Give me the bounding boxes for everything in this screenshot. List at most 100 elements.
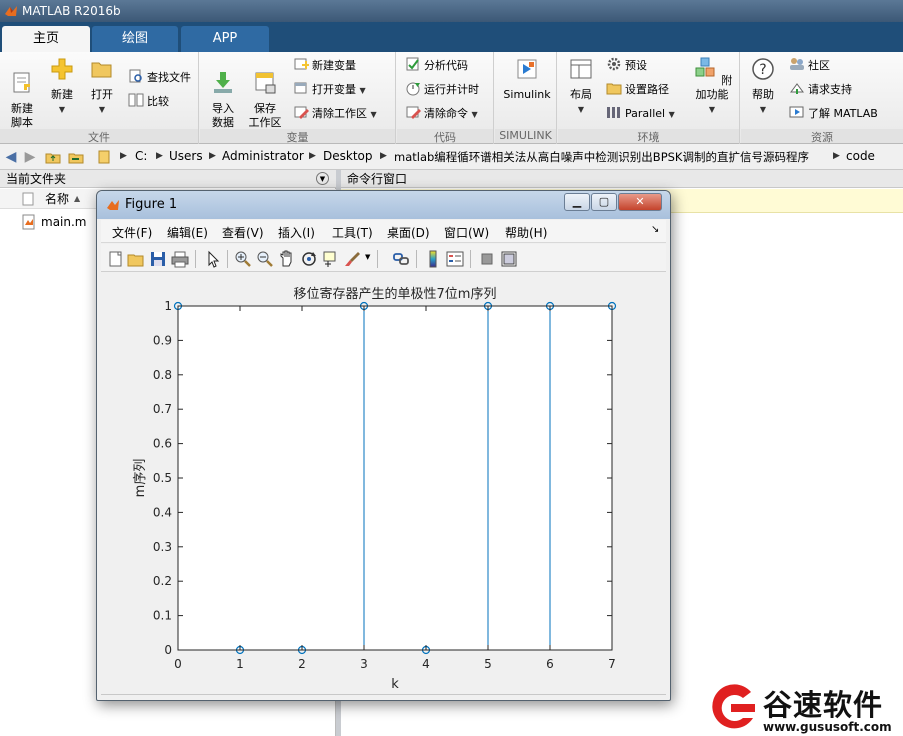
community-people-icon (790, 58, 804, 70)
new-figure-icon[interactable] (107, 250, 125, 268)
show-plot-tools-icon[interactable] (500, 250, 518, 268)
new-script-label: 新建 脚本 (11, 102, 33, 129)
clear-workspace-caret-icon[interactable]: ▼ (371, 110, 377, 119)
figure-logo-icon (107, 200, 119, 210)
open-variable-icon (294, 82, 307, 94)
request-support-button[interactable]: 请求支持 (789, 80, 852, 100)
learn-matlab-button[interactable]: 了解 MATLAB (789, 104, 878, 124)
preferences-button[interactable]: 预设 (606, 56, 647, 76)
close-button[interactable]: ✕ (618, 193, 662, 211)
menu-insert[interactable]: 插入(I) (278, 224, 315, 241)
find-files-button[interactable]: 查找文件 (128, 68, 191, 88)
menu-view[interactable]: 查看(V) (222, 224, 264, 241)
zoom-out-icon[interactable] (256, 250, 274, 268)
toolbar-separator (416, 250, 417, 268)
pointer-icon[interactable] (204, 250, 222, 268)
figure-title-bar[interactable]: Figure 1 ▁ ▢ ✕ (97, 191, 670, 219)
open-file-icon[interactable] (127, 250, 145, 268)
browse-folder-icon[interactable] (68, 149, 84, 165)
x-tick-label: 4 (422, 657, 430, 671)
hide-plot-tools-icon[interactable] (478, 250, 496, 268)
crumb-desktop[interactable]: Desktop (323, 149, 373, 163)
crumb-separator: ▶ (309, 151, 316, 161)
clear-commands-button[interactable]: 清除命令 ▼ (405, 104, 478, 124)
save-workspace-button[interactable]: 保存 工作区 (245, 56, 285, 130)
addons-button[interactable]: 附加功能 ▼ (688, 56, 736, 117)
crumb-administrator[interactable]: Administrator (222, 149, 304, 163)
maximize-button[interactable]: ▢ (591, 193, 617, 211)
y-tick-label: 0.3 (153, 540, 172, 554)
zoom-in-icon[interactable] (234, 250, 252, 268)
clear-workspace-button[interactable]: 清除工作区 ▼ (293, 104, 377, 124)
menu-help[interactable]: 帮助(H) (505, 224, 547, 241)
save-icon[interactable] (149, 250, 167, 268)
up-folder-icon[interactable] (45, 149, 61, 165)
environment-group: 布局 ▼ 预设 设置路径 Parallel ▼ 附加功能 ▼ 环境 (558, 52, 740, 144)
x-tick-label: 6 (546, 657, 554, 671)
axes-background[interactable] (178, 306, 612, 650)
x-axis-label: k (391, 677, 399, 692)
open-folder-icon (91, 62, 112, 78)
brush-dropdown-icon[interactable]: ▼ (365, 253, 370, 261)
menu-desktop[interactable]: 桌面(D) (387, 224, 430, 241)
new-script-button[interactable]: 新建 脚本 (2, 56, 42, 130)
menu-window[interactable]: 窗口(W) (444, 224, 489, 241)
new-button[interactable]: 新建 ▼ (42, 56, 82, 117)
run-and-time-button[interactable]: 运行并计时 (405, 80, 479, 100)
rotate-3d-icon[interactable] (300, 250, 318, 268)
ribbon-toolstrip: 新建 脚本 新建 ▼ 打开 ▼ 查找文件 比较 文件 导入 数据 保存 工作区 … (0, 52, 903, 144)
legend-icon[interactable] (446, 250, 464, 268)
import-data-button[interactable]: 导入 数据 (203, 56, 243, 130)
app-title: MATLAB R2016b (22, 4, 121, 18)
tab-apps[interactable]: APP (181, 26, 269, 52)
menu-edit[interactable]: 编辑(E) (167, 224, 208, 241)
forward-arrow-icon[interactable]: ▶ (22, 149, 38, 165)
analyze-code-button[interactable]: 分析代码 (405, 56, 468, 76)
community-button[interactable]: 社区 (789, 56, 830, 76)
open-variable-button[interactable]: 打开变量 ▼ (293, 80, 366, 100)
sort-ascending-icon: ▲ (74, 194, 81, 203)
compare-button[interactable]: 比较 (128, 92, 169, 112)
tab-plots[interactable]: 绘图 (92, 26, 178, 52)
find-files-icon (129, 69, 142, 83)
clear-workspace-icon (294, 106, 309, 119)
file-group: 新建 脚本 新建 ▼ 打开 ▼ 查找文件 比较 文件 (0, 52, 199, 144)
pan-hand-icon[interactable] (278, 250, 296, 268)
help-button[interactable]: ? 帮助 ▼ (743, 56, 783, 117)
back-arrow-icon[interactable]: ◀ (3, 149, 19, 165)
open-variable-caret-icon[interactable]: ▼ (360, 86, 366, 95)
panel-actions-icon[interactable]: ▼ (316, 172, 329, 185)
print-icon[interactable] (171, 250, 189, 268)
brush-icon[interactable] (344, 250, 362, 268)
environment-group-label: 环境 (558, 129, 739, 144)
simulink-button[interactable]: Simulink (501, 56, 553, 102)
minimize-button[interactable]: ▁ (564, 193, 590, 211)
menu-dock-arrow-icon[interactable]: ↘ (651, 224, 659, 235)
run-and-time-label: 运行并计时 (424, 83, 479, 96)
crumb-users[interactable]: Users (169, 149, 203, 163)
open-button[interactable]: 打开 ▼ (82, 56, 122, 117)
parallel-button[interactable]: Parallel ▼ (606, 104, 675, 124)
save-workspace-label: 保存 工作区 (248, 102, 282, 129)
menu-file[interactable]: 文件(F) (112, 224, 152, 241)
colorbar-icon[interactable] (424, 250, 442, 268)
x-tick-label: 2 (298, 657, 306, 671)
clear-commands-caret-icon[interactable]: ▼ (472, 110, 478, 119)
figure-plot-area[interactable]: 0 1 2 3 4 5 6 7 0 0.1 0.2 0.3 0.4 0.5 0.6 0.7 0.8 0.9 1 移… (101, 273, 666, 695)
data-cursor-icon[interactable] (322, 250, 340, 268)
crumb-project-folder[interactable]: matlab编程循环谱相关法从高白噪声中检测识别出BPSK调制的直扩信号源码程序 (394, 149, 809, 165)
crumb-separator: ▶ (156, 151, 163, 161)
crumb-code[interactable]: code (846, 149, 875, 163)
layout-label: 布局 (570, 88, 592, 101)
new-variable-button[interactable]: 新建变量 (293, 56, 356, 76)
parallel-caret-icon[interactable]: ▼ (669, 110, 675, 119)
crumb-drive[interactable]: C: (135, 149, 147, 163)
set-path-button[interactable]: 设置路径 (606, 80, 669, 100)
tab-home[interactable]: 主页 (2, 26, 90, 52)
import-data-label: 导入 数据 (212, 102, 234, 129)
link-plot-icon[interactable] (392, 250, 410, 268)
open-variable-label: 打开变量 (312, 83, 356, 96)
figure-toolbar: ▼ (101, 244, 666, 272)
menu-tools[interactable]: 工具(T) (332, 224, 373, 241)
layout-button[interactable]: 布局 ▼ (561, 56, 601, 117)
